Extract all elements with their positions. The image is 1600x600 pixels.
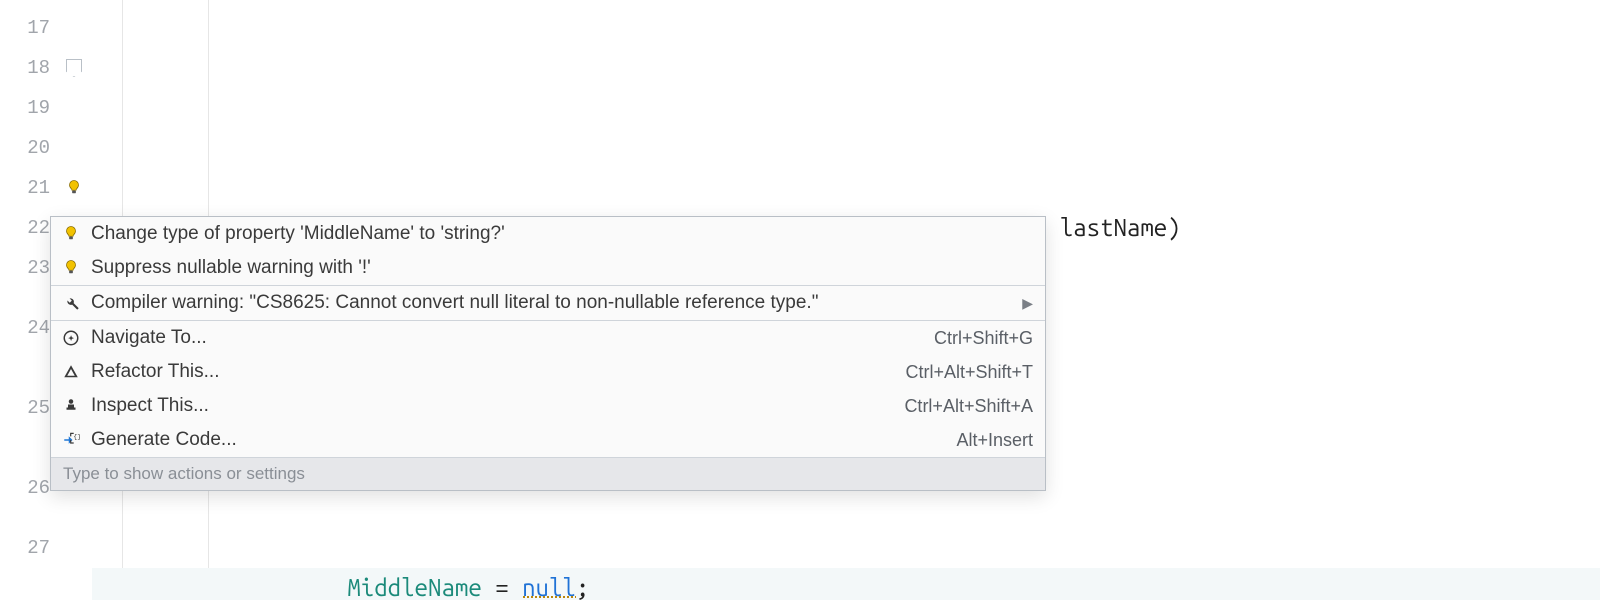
code-line[interactable] [92, 88, 1600, 128]
shortcut-text: Ctrl+Alt+Shift+T [905, 362, 1033, 383]
inspect-this-item[interactable]: Inspect This... Ctrl+Alt+Shift+A [51, 389, 1045, 423]
refactor-this-item[interactable]: Refactor This... Ctrl+Alt+Shift+T [51, 355, 1045, 389]
menu-label: Generate Code... [91, 429, 946, 451]
svg-text:{}: {} [73, 434, 80, 442]
line-number: 19 [0, 88, 56, 128]
quickfix-label: Change type of property 'MiddleName' to … [91, 223, 1033, 245]
line-number: 26 [0, 448, 56, 528]
refactor-icon [61, 362, 81, 382]
quickfix-suppress-nullable[interactable]: Suppress nullable warning with '!' [51, 251, 1045, 285]
menu-label: Navigate To... [91, 327, 924, 349]
compiler-warning-label: Compiler warning: "CS8625: Cannot conver… [91, 292, 1008, 314]
shortcut-text: Ctrl+Shift+G [934, 328, 1033, 349]
lightbulb-icon [61, 224, 81, 244]
line-number-gutter: 17 18 19 20 21 22 23 24 25 26 27 [0, 0, 56, 600]
quickfix-label: Suppress nullable warning with '!' [91, 257, 1033, 279]
popup-hint: Type to show actions or settings [51, 458, 1045, 490]
code-line-current[interactable]: MiddleName = null; [92, 568, 1600, 600]
menu-label: Refactor This... [91, 361, 895, 383]
line-number: 21 [0, 168, 56, 208]
compiler-warning-item[interactable]: Compiler warning: "CS8625: Cannot conver… [51, 286, 1045, 320]
line-number: 18 [0, 48, 56, 88]
inspect-icon [61, 396, 81, 416]
shortcut-text: Ctrl+Alt+Shift+A [904, 396, 1033, 417]
generate-icon: {} [61, 430, 81, 450]
line-number: 23 [0, 248, 56, 288]
semicolon: ; [576, 574, 589, 600]
menu-label: Inspect This... [91, 395, 894, 417]
chevron-right-icon: ▶ [1022, 295, 1033, 312]
lightbulb-icon [61, 258, 81, 278]
property-name: MiddleName [347, 574, 481, 600]
lightbulb-icon[interactable] [64, 178, 84, 198]
generate-code-item[interactable]: {} Generate Code... Alt+Insert [51, 423, 1045, 457]
line-number: 17 [0, 8, 56, 48]
shortcut-text: Alt+Insert [956, 430, 1033, 451]
wrench-icon [61, 293, 81, 313]
line-number: 24 [0, 288, 56, 368]
keyword-null-warning[interactable]: null [522, 574, 576, 600]
line-number: 22 [0, 208, 56, 248]
compass-icon [61, 328, 81, 348]
fold-handle-icon[interactable] [66, 59, 82, 77]
paren-close: ) [1167, 214, 1180, 241]
parameter: lastName [1046, 214, 1167, 241]
navigate-to-item[interactable]: Navigate To... Ctrl+Shift+G [51, 321, 1045, 355]
code-editor[interactable]: 17 18 19 20 21 22 23 24 25 26 27 [0, 0, 1600, 600]
line-number: 20 [0, 128, 56, 168]
quick-actions-popup[interactable]: Change type of property 'MiddleName' to … [50, 216, 1046, 491]
editor-body[interactable]: public NrtWarningsAndQuickfixes(string f… [92, 0, 1600, 600]
quickfix-change-type[interactable]: Change type of property 'MiddleName' to … [51, 217, 1045, 251]
line-number: 25 [0, 368, 56, 448]
code-text: = [482, 574, 522, 600]
line-number: 27 [0, 528, 56, 568]
